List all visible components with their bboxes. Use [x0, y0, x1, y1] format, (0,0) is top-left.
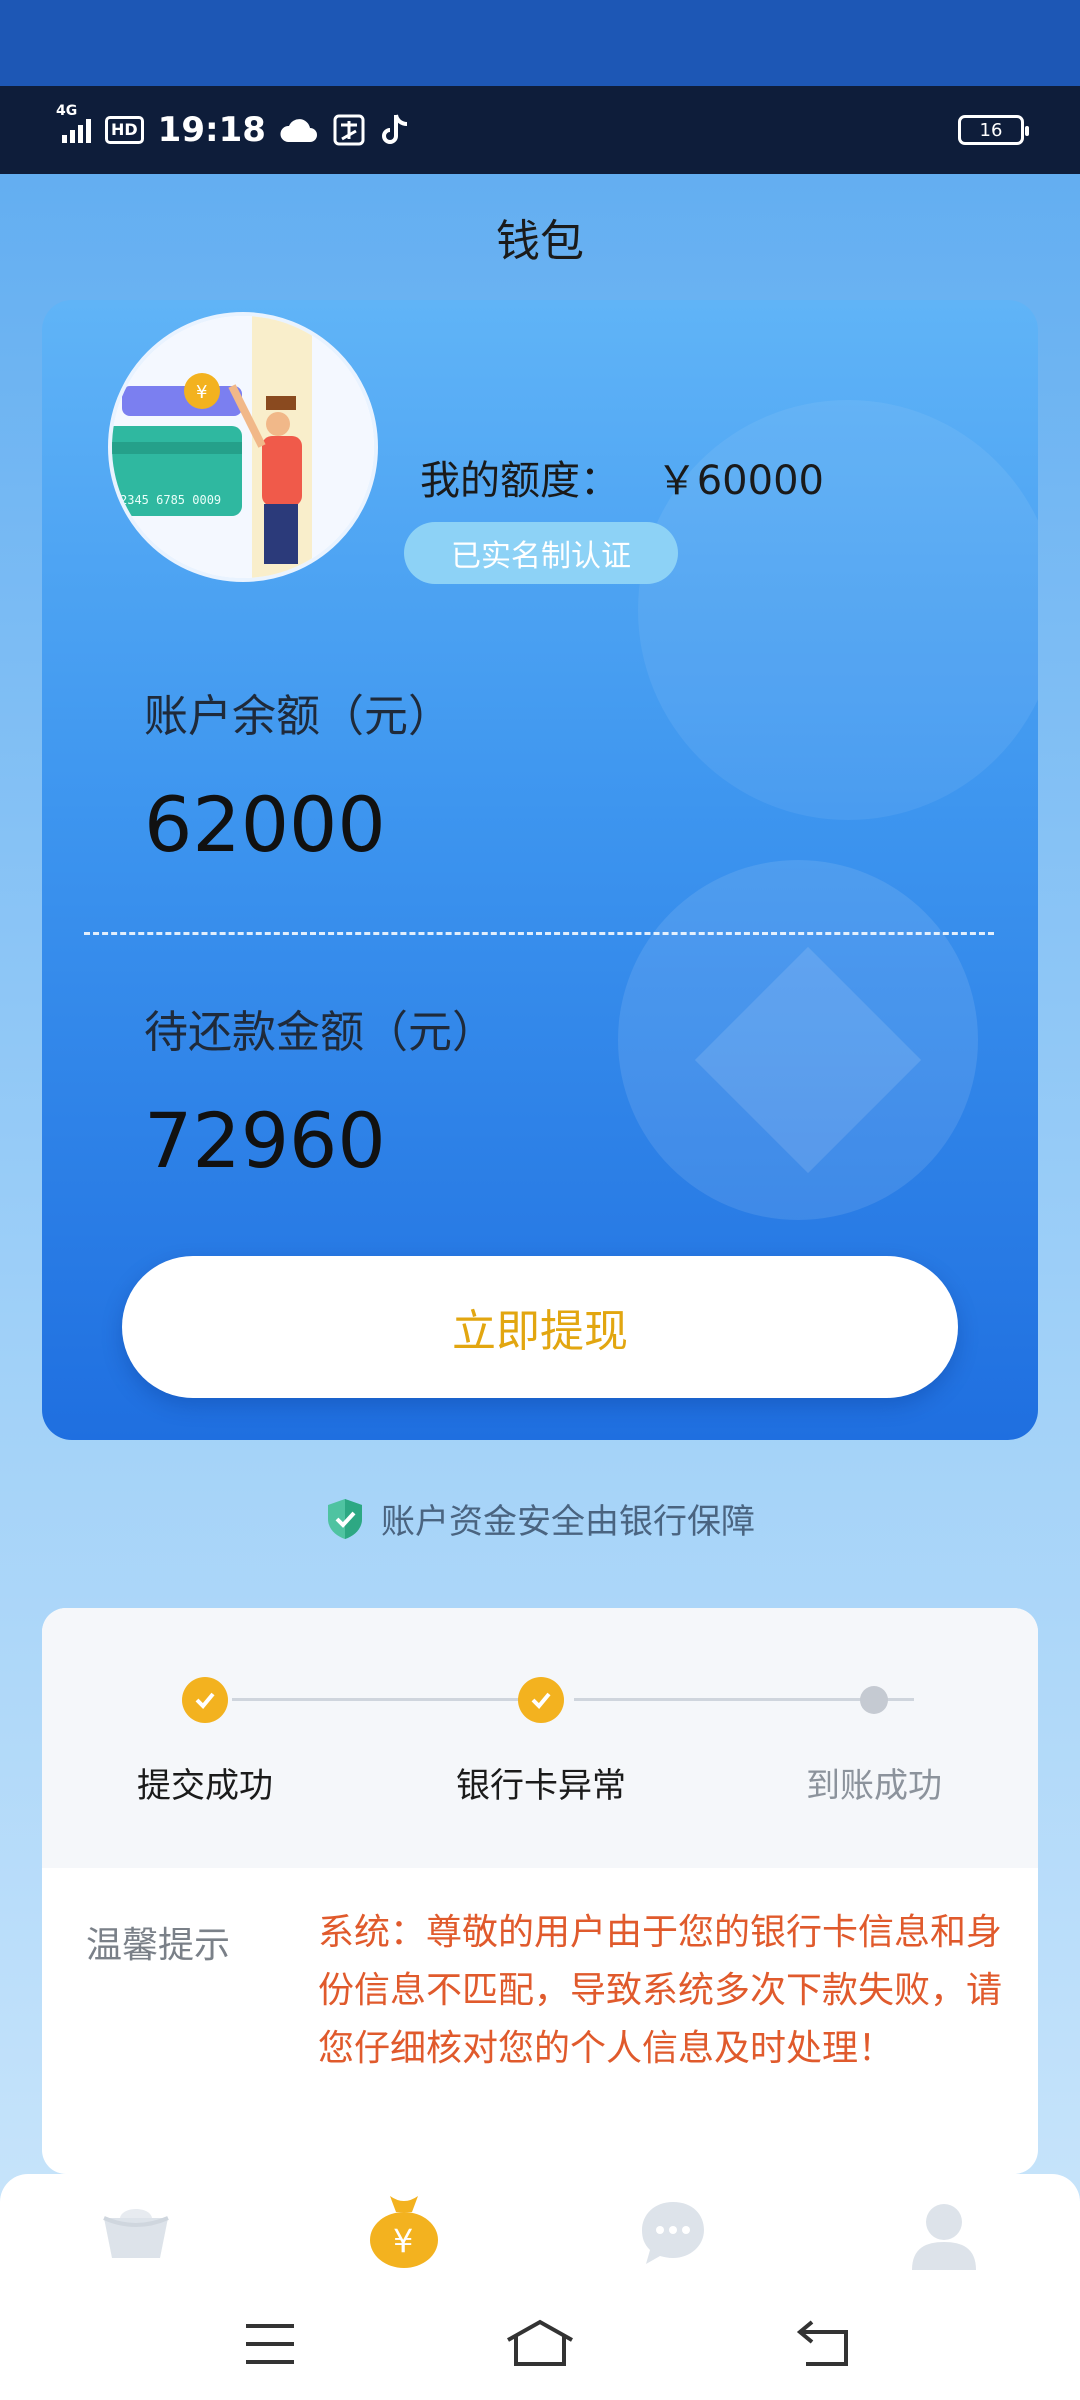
progress-steps: 提交成功 银行卡异常 到账成功 — [42, 1608, 1038, 1868]
svg-text:¥: ¥ — [393, 2222, 413, 2260]
quota-value: ￥60000 — [656, 458, 824, 504]
status-bar: 4G HD 19:18 16 — [0, 86, 1080, 174]
svg-text:¥: ¥ — [196, 382, 207, 403]
check-icon — [182, 1677, 228, 1723]
profile-icon[interactable] — [906, 2198, 982, 2274]
tip-text: 系统：尊敬的用户由于您的银行卡信息和身份信息不匹配，导致系统多次下款失败，请您仔… — [318, 1912, 1003, 2069]
card-number: 2345 6785 0009 — [120, 493, 221, 507]
balance-value: 62000 — [144, 780, 386, 869]
step-label-arrived: 到账成功 — [806, 1766, 942, 1806]
signal-icon: 4G — [56, 103, 91, 143]
tip-label: 温馨提示 — [86, 1925, 231, 1966]
withdraw-button[interactable]: 立即提现 — [122, 1256, 958, 1398]
credit-quota: 我的额度： ￥60000 — [420, 448, 824, 506]
repay-value: 72960 — [144, 1096, 386, 1185]
battery-icon: 16 — [958, 115, 1029, 145]
pending-dot — [860, 1686, 888, 1714]
network-type: 4G — [56, 103, 78, 119]
cloud-icon — [280, 119, 317, 142]
step-label-card-error: 银行卡异常 — [456, 1766, 626, 1806]
quota-label: 我的额度： — [420, 458, 620, 504]
wallet-icon[interactable]: ¥ — [364, 2190, 444, 2270]
top-strip — [0, 0, 1080, 86]
step-line — [232, 1698, 530, 1701]
check-icon — [518, 1677, 564, 1723]
home-nav-icon[interactable] — [504, 2318, 576, 2368]
hd-badge: HD — [105, 116, 144, 144]
verified-badge: 已实名制认证 — [404, 522, 678, 584]
system-navigation — [0, 2314, 1080, 2374]
back-icon[interactable] — [796, 2318, 852, 2368]
security-note: 账户资金安全由银行保障 — [0, 1494, 1080, 1543]
app-icon — [333, 114, 365, 146]
battery-level: 16 — [979, 119, 1003, 141]
status-time: 19:18 — [157, 110, 266, 150]
wallet-card: ¥ 2345 6785 0009 我的额度： ￥60000 已实名制认证 账户余… — [42, 300, 1038, 1440]
repay-label: 待还款金额（元） — [144, 1007, 496, 1058]
balance-label: 账户余额（元） — [144, 691, 452, 742]
shield-icon — [328, 1498, 362, 1539]
bottom-nav: ¥ — [0, 2174, 1080, 2400]
page-title: 钱包 — [496, 216, 584, 267]
security-text: 账户资金安全由银行保障 — [381, 1502, 755, 1542]
divider — [84, 932, 994, 935]
menu-icon[interactable] — [244, 2322, 296, 2366]
avatar: ¥ 2345 6785 0009 — [108, 312, 378, 582]
tiktok-icon — [381, 114, 408, 144]
progress-card: 提交成功 银行卡异常 到账成功 温馨提示 系统：尊敬的用户由于您的银行卡信息和身… — [42, 1608, 1038, 2174]
message-icon[interactable] — [638, 2198, 708, 2268]
step-label-submitted: 提交成功 — [137, 1766, 273, 1806]
home-icon[interactable] — [98, 2198, 174, 2268]
